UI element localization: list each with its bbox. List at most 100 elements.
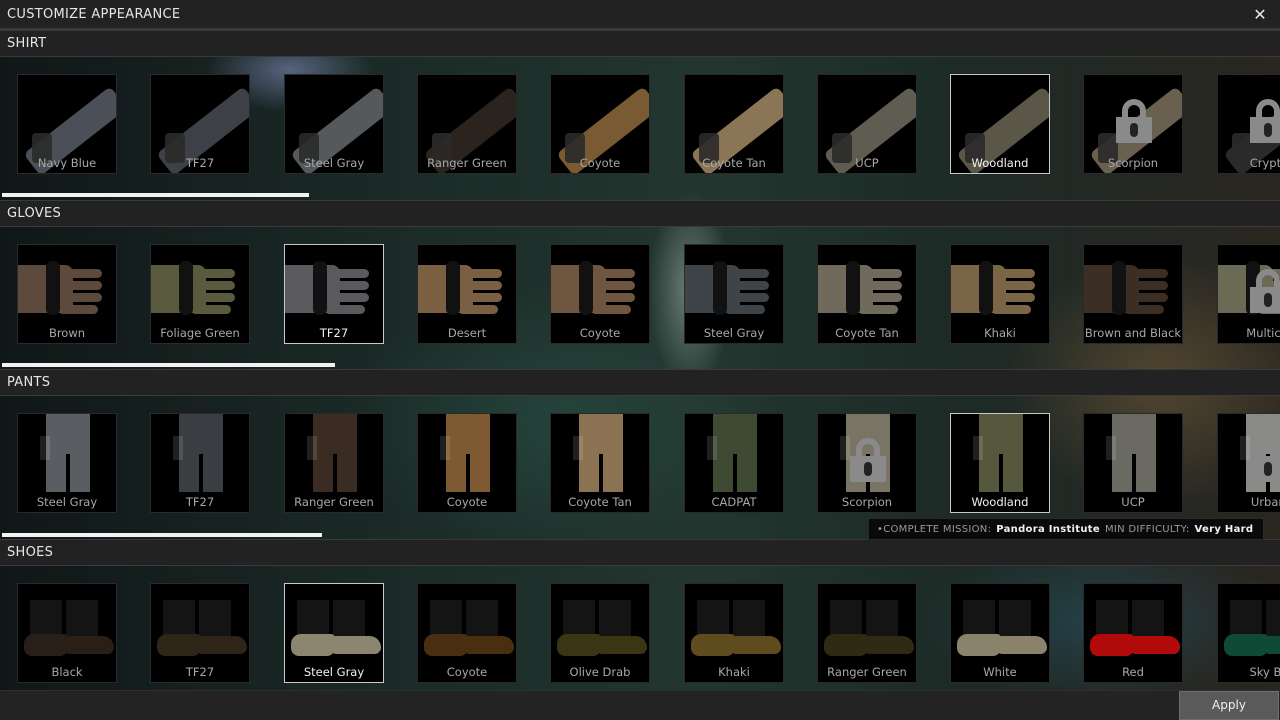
unlock-requirement-tooltip: •COMPLETE MISSION: Pandora Institute MIN…: [868, 518, 1265, 540]
option-label: Navy Blue: [37, 156, 97, 170]
shoes-option[interactable]: Red: [1083, 583, 1183, 683]
option-label: Red: [1122, 665, 1144, 679]
gloves-option[interactable]: Brown and Black: [1083, 244, 1183, 344]
pants-option[interactable]: Scorpion: [817, 413, 917, 513]
pants-option[interactable]: TF27: [150, 413, 250, 513]
tooltip-prefix: •COMPLETE MISSION:: [877, 523, 992, 535]
pants-option[interactable]: Coyote Tan: [550, 413, 650, 513]
gloves-option[interactable]: Coyote Tan: [817, 244, 917, 344]
window-header: CUSTOMIZE APPEARANCE ✕: [0, 0, 1280, 30]
shoes-option[interactable]: TF27: [150, 583, 250, 683]
item-row-shoes: Black TF27 Steel Gray Coyote Olive Drab Khaki…: [0, 567, 1280, 709]
tooltip-mission: Pandora Institute: [996, 523, 1100, 535]
option-label: White: [983, 665, 1017, 679]
gloves-option[interactable]: Brown: [17, 244, 117, 344]
shoes-option[interactable]: White: [950, 583, 1050, 683]
shoes-option[interactable]: Olive Drab: [550, 583, 650, 683]
tooltip-difficulty-label: MIN DIFFICULTY:: [1104, 523, 1190, 535]
option-label: UCP: [1121, 495, 1145, 509]
shoes-option[interactable]: Sky Bl: [1217, 583, 1280, 683]
option-label: Steel Gray: [303, 665, 365, 679]
lock-icon: [850, 438, 886, 482]
option-label: Coyote Tan: [702, 156, 766, 170]
option-label: Woodland: [971, 156, 1029, 170]
close-icon[interactable]: ✕: [1252, 7, 1268, 23]
option-label: Brown and Black: [1084, 326, 1182, 340]
shirt-option[interactable]: Ranger Green: [417, 74, 517, 174]
option-label: Coyote: [579, 326, 621, 340]
section-header-gloves: GLOVES: [0, 200, 1280, 227]
option-label: Desert: [447, 326, 487, 340]
shoes-option[interactable]: Khaki: [684, 583, 784, 683]
option-label: Olive Drab: [569, 665, 631, 679]
option-label: Scorpion: [1107, 156, 1159, 170]
shirt-option[interactable]: Coyote Tan: [684, 74, 784, 174]
option-label: Steel Gray: [36, 495, 98, 509]
option-label: UCP: [855, 156, 879, 170]
option-label: Steel Gray: [303, 156, 365, 170]
gloves-option[interactable]: Multico: [1217, 244, 1280, 344]
option-label: CADPAT: [711, 495, 757, 509]
gloves-option[interactable]: Desert: [417, 244, 517, 344]
option-label: TF27: [185, 665, 215, 679]
option-label: Sky Bl: [1249, 665, 1280, 679]
option-label: Ranger Green: [827, 665, 907, 679]
option-label: TF27: [185, 156, 215, 170]
pants-option[interactable]: UCP: [1083, 413, 1183, 513]
pants-option[interactable]: Coyote: [417, 413, 517, 513]
lock-icon: [1250, 99, 1280, 143]
gloves-option[interactable]: Foliage Green: [150, 244, 250, 344]
gloves-option[interactable]: Khaki: [950, 244, 1050, 344]
option-label: TF27: [185, 495, 215, 509]
option-label: Black: [51, 665, 83, 679]
option-label: Coyote Tan: [835, 326, 899, 340]
apply-button[interactable]: Apply: [1179, 691, 1279, 720]
shoes-option[interactable]: Black: [17, 583, 117, 683]
shoes-option[interactable]: Steel Gray: [284, 583, 384, 683]
lock-icon: [1116, 99, 1152, 143]
shirt-option[interactable]: TF27: [150, 74, 250, 174]
gloves-option[interactable]: Coyote: [550, 244, 650, 344]
shoes-option[interactable]: Coyote: [417, 583, 517, 683]
option-label: Multico: [1246, 326, 1280, 340]
gloves-option[interactable]: Steel Gray: [684, 244, 784, 344]
horizontal-scrollbar-pants[interactable]: [2, 533, 322, 537]
option-label: Brown: [48, 326, 86, 340]
option-label: Ranger Green: [427, 156, 507, 170]
lock-icon: [1250, 438, 1280, 482]
item-row-shirt: Navy Blue TF27 Steel Gray Ranger Green Coyot…: [0, 58, 1280, 200]
shirt-option[interactable]: UCP: [817, 74, 917, 174]
pants-option[interactable]: Ranger Green: [284, 413, 384, 513]
gloves-option[interactable]: TF27: [284, 244, 384, 344]
tooltip-difficulty: Very Hard: [1194, 523, 1254, 535]
option-label: Woodland: [971, 495, 1029, 509]
option-label: Scorpion: [841, 495, 893, 509]
section-header-pants: PANTS: [0, 369, 1280, 396]
shirt-option[interactable]: Woodland: [950, 74, 1050, 174]
shirt-option[interactable]: Steel Gray: [284, 74, 384, 174]
option-label: Coyote: [446, 665, 488, 679]
pants-option[interactable]: Woodland: [950, 413, 1050, 513]
item-row-gloves: Brown Foliage Green TF27 Desert Coyote Steel …: [0, 228, 1280, 370]
option-label: Foliage Green: [160, 326, 240, 340]
option-label: Crypti: [1249, 156, 1280, 170]
option-label: Ranger Green: [294, 495, 374, 509]
option-label: Steel Gray: [703, 326, 765, 340]
option-label: Khaki: [718, 665, 750, 679]
pants-option[interactable]: CADPAT: [684, 413, 784, 513]
shirt-option[interactable]: Crypti: [1217, 74, 1280, 174]
pants-option[interactable]: Steel Gray: [17, 413, 117, 513]
footer-bar: [0, 690, 1280, 720]
shirt-option[interactable]: Coyote: [550, 74, 650, 174]
option-label: Coyote: [446, 495, 488, 509]
pants-option[interactable]: Urbar: [1217, 413, 1280, 513]
horizontal-scrollbar-shirt[interactable]: [2, 193, 309, 197]
option-label: Coyote: [579, 156, 621, 170]
option-label: TF27: [319, 326, 349, 340]
window-title: CUSTOMIZE APPEARANCE: [7, 6, 181, 22]
shirt-option[interactable]: Navy Blue: [17, 74, 117, 174]
section-header-shoes: SHOES: [0, 539, 1280, 566]
horizontal-scrollbar-gloves[interactable]: [2, 363, 335, 367]
shoes-option[interactable]: Ranger Green: [817, 583, 917, 683]
shirt-option[interactable]: Scorpion: [1083, 74, 1183, 174]
